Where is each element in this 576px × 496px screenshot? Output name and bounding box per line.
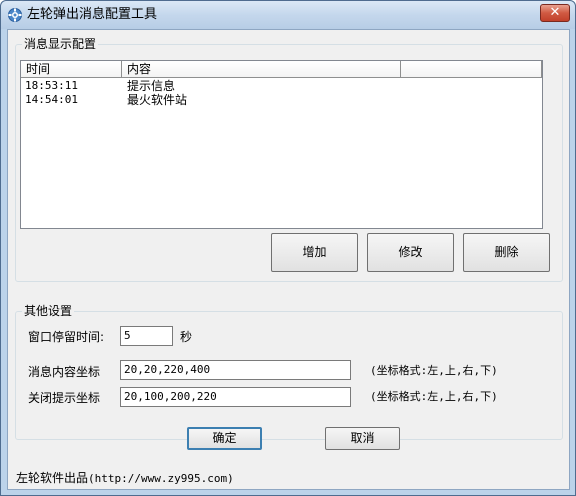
main-window: 左轮弹出消息配置工具 ✕ 消息显示配置 时间 内容 18:53:11 提示信息 … [0, 0, 576, 496]
message-display-group: 消息显示配置 时间 内容 18:53:11 提示信息 14:54:01 最火软件… [15, 37, 563, 282]
close-coord-input[interactable]: 20,100,200,220 [120, 387, 351, 407]
close-button[interactable]: ✕ [540, 4, 570, 22]
message-display-group-title: 消息显示配置 [22, 37, 99, 51]
message-list[interactable]: 时间 内容 18:53:11 提示信息 14:54:01 最火软件站 [20, 60, 543, 229]
list-item-content: 提示信息 [127, 79, 176, 93]
ok-button[interactable]: 确定 [187, 427, 262, 450]
stay-time-label: 窗口停留时间: [28, 330, 105, 344]
list-item[interactable]: 18:53:11 提示信息 [21, 79, 542, 93]
add-button[interactable]: 增加 [271, 233, 358, 272]
close-coord-label: 关闭提示坐标 [28, 391, 101, 405]
edit-button[interactable]: 修改 [367, 233, 454, 272]
title-bar[interactable]: 左轮弹出消息配置工具 ✕ [1, 1, 575, 29]
close-coord-hint: (坐标格式:左,上,右,下) [370, 390, 498, 403]
client-area: 消息显示配置 时间 内容 18:53:11 提示信息 14:54:01 最火软件… [7, 29, 570, 490]
delete-button[interactable]: 删除 [463, 233, 550, 272]
list-item[interactable]: 14:54:01 最火软件站 [21, 93, 542, 107]
gear-icon [8, 8, 22, 22]
stay-time-unit: 秒 [180, 330, 193, 344]
content-coord-hint: (坐标格式:左,上,右,下) [370, 364, 498, 377]
column-header-extra[interactable] [401, 61, 542, 77]
other-settings-group: 其他设置 窗口停留时间: 5 秒 消息内容坐标 20,20,220,400 (坐… [15, 304, 563, 440]
list-header: 时间 内容 [21, 61, 542, 78]
column-header-time[interactable]: 时间 [21, 61, 122, 77]
content-coord-input[interactable]: 20,20,220,400 [120, 360, 351, 380]
stay-time-input[interactable]: 5 [120, 326, 173, 346]
list-item-content: 最火软件站 [127, 93, 188, 107]
window-title: 左轮弹出消息配置工具 [27, 7, 158, 22]
list-item-time: 18:53:11 [25, 79, 78, 92]
close-icon: ✕ [549, 5, 561, 20]
list-item-time: 14:54:01 [25, 93, 78, 106]
column-header-content[interactable]: 内容 [122, 61, 401, 77]
other-settings-group-title: 其他设置 [22, 304, 75, 318]
footer: 左轮软件出品(http://www.zy995.com) [16, 470, 234, 487]
footer-url[interactable]: (http://www.zy995.com) [88, 472, 234, 485]
footer-brand: 左轮软件出品 [16, 471, 89, 485]
cancel-button[interactable]: 取消 [325, 427, 400, 450]
content-coord-label: 消息内容坐标 [28, 365, 101, 379]
